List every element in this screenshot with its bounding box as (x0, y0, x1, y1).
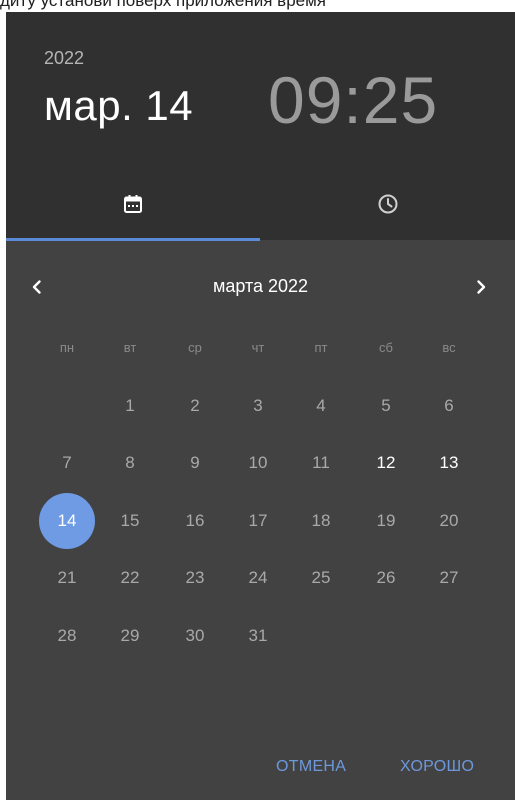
day-cell[interactable]: 3 (230, 378, 286, 434)
day-cell[interactable]: 19 (358, 493, 414, 549)
day-cell[interactable]: 21 (39, 550, 95, 606)
day-cell[interactable]: 28 (39, 608, 95, 664)
day-cell[interactable]: 20 (421, 493, 477, 549)
day-cell[interactable]: 24 (230, 550, 286, 606)
day-cell[interactable]: 2 (167, 378, 223, 434)
day-grid: 1 2 3 4 5 6 7 8 9 10 11 12 13 14 15 16 17 18 19 20 21 22 23 24 2… (6, 12, 515, 800)
dialog-actions: ОТМЕНА ХОРОШО (6, 752, 515, 782)
day-cell[interactable]: 29 (102, 608, 158, 664)
day-cell[interactable]: 22 (102, 550, 158, 606)
day-cell[interactable]: 5 (358, 378, 414, 434)
day-cell[interactable]: 27 (421, 550, 477, 606)
day-cell[interactable]: 11 (293, 435, 349, 491)
ok-button[interactable]: ХОРОШО (400, 752, 474, 782)
day-cell[interactable]: 31 (230, 608, 286, 664)
day-cell[interactable]: 4 (293, 378, 349, 434)
day-cell[interactable]: 6 (421, 378, 477, 434)
day-cell-selected[interactable]: 14 (39, 493, 95, 549)
day-cell[interactable]: 12 (358, 435, 414, 491)
day-cell[interactable]: 1 (102, 378, 158, 434)
day-cell[interactable]: 8 (102, 435, 158, 491)
day-cell[interactable]: 15 (102, 493, 158, 549)
cancel-button[interactable]: ОТМЕНА (276, 752, 346, 782)
day-cell[interactable]: 7 (39, 435, 95, 491)
day-cell[interactable]: 30 (167, 608, 223, 664)
day-cell[interactable]: 17 (230, 493, 286, 549)
day-cell[interactable]: 26 (358, 550, 414, 606)
day-cell[interactable]: 18 (293, 493, 349, 549)
day-cell[interactable]: 13 (421, 435, 477, 491)
day-cell[interactable]: 9 (167, 435, 223, 491)
day-cell[interactable]: 16 (167, 493, 223, 549)
day-cell[interactable]: 25 (293, 550, 349, 606)
day-cell[interactable]: 10 (230, 435, 286, 491)
date-time-picker-dialog: 2022 мар. 14 09:25 марта 2022 пн вт ср ч… (6, 12, 515, 800)
day-cell[interactable]: 23 (167, 550, 223, 606)
